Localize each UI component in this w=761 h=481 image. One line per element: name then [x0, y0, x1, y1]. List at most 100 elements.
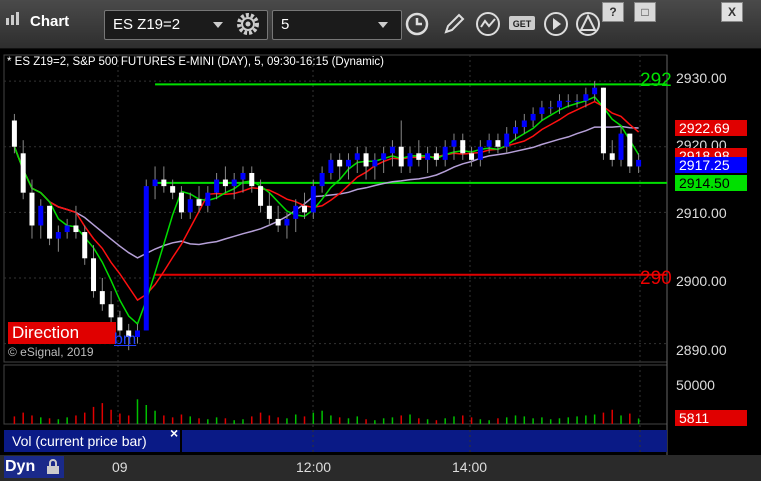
candle-body: [82, 232, 88, 259]
candle-body: [425, 153, 431, 160]
candle-body: [73, 225, 79, 233]
candle-body: [205, 192, 211, 206]
green-price-tag: 2914.50: [675, 175, 747, 191]
volume-panel-blue-strip: [182, 430, 667, 452]
candle-body: [513, 127, 519, 134]
candle-body: [548, 107, 554, 109]
candle-body: [275, 218, 281, 226]
candle-body: [170, 186, 176, 193]
candle-body: [284, 218, 290, 226]
window-title: Chart: [30, 13, 70, 30]
candle-body: [319, 172, 325, 187]
price-axis-label: 2930.00: [676, 70, 727, 86]
copyright-text: © eSignal, 2019: [8, 345, 94, 359]
candle-body: [636, 159, 642, 167]
candle-body: [214, 179, 220, 193]
candle-body: [152, 179, 158, 187]
candle-body: [627, 133, 633, 167]
volume-tag: 5811: [675, 410, 747, 426]
candle-body: [460, 140, 466, 154]
time-axis-label: 12:00: [296, 459, 332, 475]
volume-axis-label: 50000: [676, 377, 715, 393]
interval-input[interactable]: 5: [272, 10, 402, 40]
clock-icon[interactable]: [403, 10, 431, 38]
interval-value: 5: [281, 16, 290, 33]
candle-body: [64, 225, 70, 233]
moving-average-green: [13, 95, 640, 326]
last-price-tag: 2917.25: [675, 157, 747, 173]
restore-button[interactable]: □: [634, 2, 656, 22]
chart-info-line: * ES Z19=2, S&P 500 FUTURES E-MINI (DAY)…: [7, 56, 384, 68]
candle-body: [222, 179, 228, 187]
candle-body: [469, 153, 475, 160]
candle-body: [618, 133, 624, 160]
candle-body: [530, 113, 536, 121]
settings-gear-icon[interactable]: [234, 10, 262, 38]
red-upper-price-tag: 2922.69: [675, 120, 747, 136]
volume-panel-frame: [3, 364, 668, 425]
time-axis-label: 09: [112, 459, 128, 475]
price-axis-label: 2900.00: [676, 273, 727, 289]
candle-body: [398, 146, 404, 167]
support-level-label: 290: [640, 268, 672, 289]
help-button[interactable]: ?: [602, 2, 624, 22]
price-chart[interactable]: [0, 49, 761, 481]
symbol-dropdown-icon[interactable]: [213, 22, 223, 28]
time-axis-label: 14:00: [452, 459, 488, 475]
candle-body: [302, 205, 308, 213]
candle-body: [354, 153, 360, 160]
candle-body: [266, 205, 272, 219]
candle-body: [143, 186, 149, 331]
candle-body: [293, 205, 299, 219]
studies-icon[interactable]: [474, 10, 502, 38]
draw-pencil-icon[interactable]: [440, 10, 468, 38]
chart-app-icon: [6, 12, 19, 25]
candle-body: [381, 153, 387, 160]
volume-panel-label: Vol (current price bar): [4, 430, 180, 452]
candle-body: [451, 140, 457, 147]
candle-body: [504, 133, 510, 147]
candle-body: [407, 153, 413, 167]
candle-body: [556, 100, 562, 108]
play-icon[interactable]: [542, 10, 570, 38]
candle-body: [416, 153, 422, 160]
candle-body: [99, 291, 105, 305]
candle-body: [20, 153, 26, 193]
candle-body: [29, 192, 35, 226]
candle-body: [55, 232, 61, 239]
get-data-icon[interactable]: GET: [508, 10, 536, 38]
lock-icon[interactable]: [45, 459, 61, 475]
get-label: GET: [513, 19, 532, 29]
candle-body: [592, 87, 598, 95]
symbol-value: ES Z19=2: [113, 16, 181, 33]
candle-body: [442, 146, 448, 160]
price-axis-label: 2890.00: [676, 342, 727, 358]
candle-body: [372, 159, 378, 167]
candle-body: [117, 317, 123, 331]
candle-body: [328, 159, 334, 173]
title-bar: Chart ES Z19=2 5 GET ? □ X: [0, 0, 761, 49]
candle-body: [433, 153, 439, 160]
candle-body: [11, 120, 17, 147]
interval-dropdown-icon[interactable]: [378, 22, 388, 28]
dynamic-mode-label: Dyn: [5, 458, 36, 475]
candle-body: [310, 186, 316, 213]
candle-body: [609, 153, 615, 160]
resistance-level-label: 292: [640, 70, 672, 91]
candle-body: [486, 140, 492, 147]
candle-body: [363, 153, 369, 167]
candle-body: [574, 100, 580, 102]
candle-body: [178, 192, 184, 213]
candle-body: [38, 205, 44, 226]
candle-body: [583, 94, 589, 101]
candle-body: [389, 146, 395, 154]
candle-body: [249, 172, 255, 187]
price-axis-label: 2910.00: [676, 205, 727, 221]
alert-icon[interactable]: [574, 10, 602, 38]
chart-window: Chart ES Z19=2 5 GET ? □ X * ES Z19=2, S…: [0, 0, 761, 481]
volume-panel-close-icon[interactable]: ×: [170, 425, 178, 441]
candle-body: [187, 199, 193, 213]
close-button[interactable]: X: [721, 2, 743, 22]
bm-link[interactable]: bm: [114, 331, 136, 349]
candle-body: [47, 205, 53, 239]
